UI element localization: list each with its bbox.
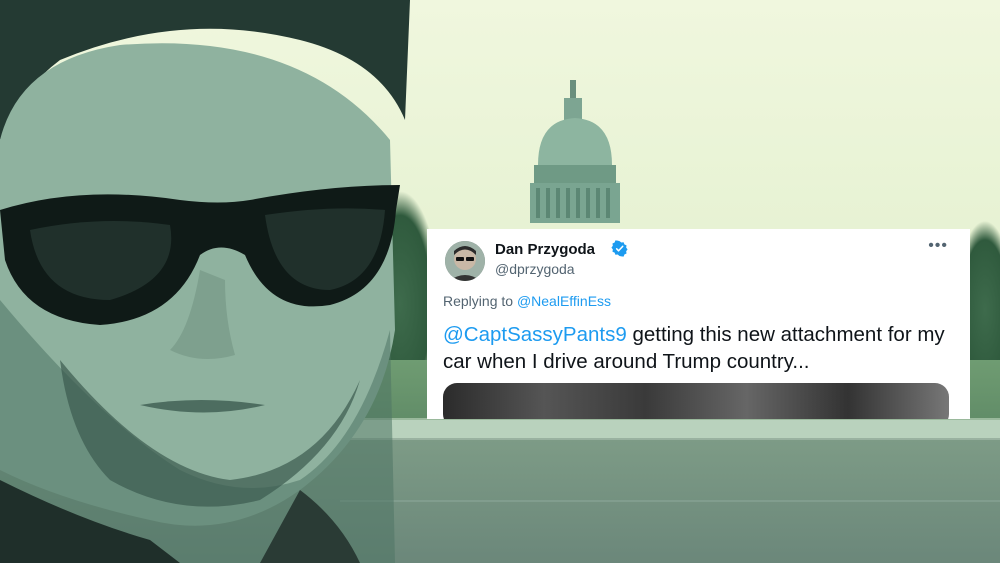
more-options-icon[interactable]: •••: [928, 237, 948, 255]
tweet-media[interactable]: [443, 383, 949, 419]
display-name[interactable]: Dan Przygoda: [495, 241, 595, 258]
capitol-dome: [530, 80, 620, 223]
road-marking: [340, 500, 1000, 502]
tweet-text: @CaptSassyPants9 getting this new attach…: [443, 321, 963, 375]
avatar[interactable]: [445, 241, 485, 281]
handle[interactable]: @dprzygoda: [495, 261, 575, 277]
avatar-image: [445, 241, 485, 281]
reply-to-link[interactable]: @NealEffinEss: [517, 293, 611, 309]
reply-prefix: Replying to: [443, 293, 514, 309]
verified-badge-icon: [611, 240, 628, 257]
mention-link[interactable]: @CaptSassyPants9: [443, 323, 627, 346]
reply-context: Replying to @NealEffinEss: [443, 293, 611, 309]
person-selfie: [0, 0, 410, 563]
low-wall: [330, 418, 1000, 438]
tweet-card[interactable]: Dan Przygoda @dprzygoda ••• Replying to …: [427, 229, 970, 419]
